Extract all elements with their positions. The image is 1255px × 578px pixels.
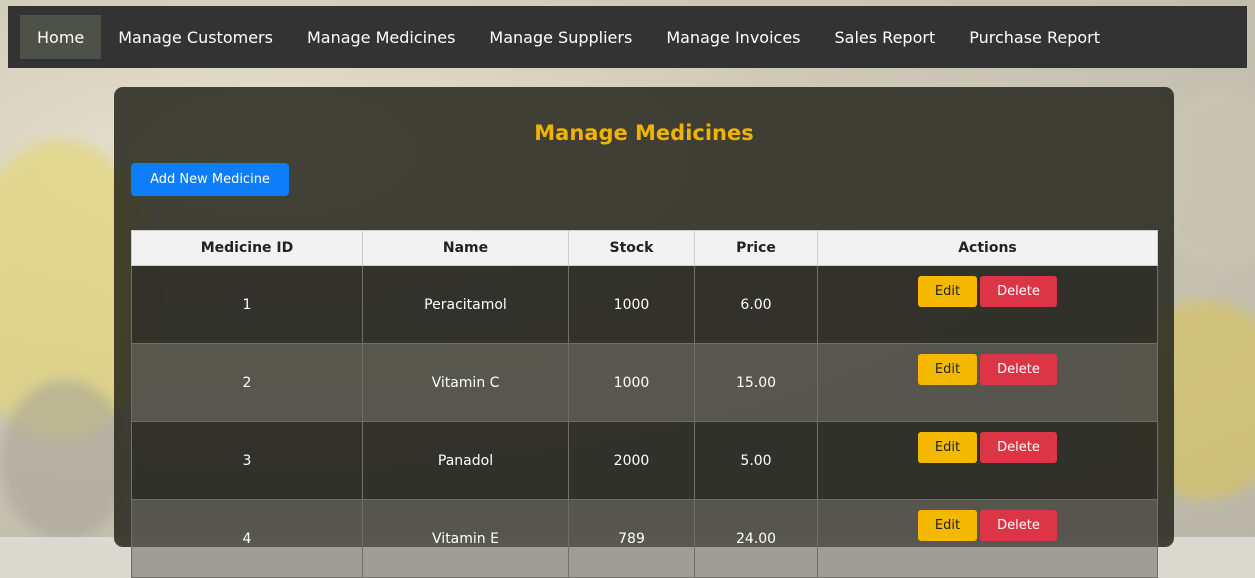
nav-manage-invoices[interactable]: Manage Invoices	[649, 15, 817, 59]
column-header-price: Price	[694, 230, 818, 266]
cell-name: Panadol	[362, 421, 569, 500]
cell-medicine-id: 1	[131, 265, 363, 344]
add-new-medicine-button[interactable]: Add New Medicine	[131, 163, 289, 196]
cell-stock: 2000	[568, 421, 695, 500]
column-header-medicine-id: Medicine ID	[131, 230, 363, 266]
delete-button[interactable]: Delete	[980, 276, 1057, 307]
nav-sales-report[interactable]: Sales Report	[818, 15, 953, 59]
cell-stock: 1000	[568, 343, 695, 422]
edit-button[interactable]: Edit	[918, 432, 977, 463]
cell-name: Peracitamol	[362, 265, 569, 344]
nav-manage-medicines[interactable]: Manage Medicines	[290, 15, 472, 59]
cell-name: Vitamin E	[362, 499, 569, 578]
cell-medicine-id: 3	[131, 421, 363, 500]
cell-medicine-id: 4	[131, 499, 363, 578]
cell-price: 6.00	[694, 265, 818, 344]
cell-price: 15.00	[694, 343, 818, 422]
table-row: 3 Panadol 2000 5.00 Edit Delete	[131, 421, 1158, 500]
cell-actions: Edit Delete	[817, 421, 1158, 500]
edit-button[interactable]: Edit	[918, 354, 977, 385]
cell-medicine-id: 2	[131, 343, 363, 422]
nav-purchase-report[interactable]: Purchase Report	[952, 15, 1117, 59]
table-row: 4 Vitamin E 789 24.00 Edit Delete	[131, 499, 1158, 578]
nav-manage-suppliers[interactable]: Manage Suppliers	[472, 15, 649, 59]
table-row: 1 Peracitamol 1000 6.00 Edit Delete	[131, 265, 1158, 344]
edit-button[interactable]: Edit	[918, 510, 977, 541]
column-header-actions: Actions	[817, 230, 1158, 266]
cell-stock: 1000	[568, 265, 695, 344]
top-navbar: Home Manage Customers Manage Medicines M…	[8, 6, 1247, 68]
medicines-table: Medicine ID Name Stock Price Actions 1 P…	[131, 230, 1158, 578]
table-header-row: Medicine ID Name Stock Price Actions	[131, 230, 1158, 266]
nav-manage-customers[interactable]: Manage Customers	[101, 15, 290, 59]
cell-price: 24.00	[694, 499, 818, 578]
table-row: 2 Vitamin C 1000 15.00 Edit Delete	[131, 343, 1158, 422]
cell-stock: 789	[568, 499, 695, 578]
cell-actions: Edit Delete	[817, 499, 1158, 578]
cell-name: Vitamin C	[362, 343, 569, 422]
delete-button[interactable]: Delete	[980, 354, 1057, 385]
delete-button[interactable]: Delete	[980, 432, 1057, 463]
cell-actions: Edit Delete	[817, 265, 1158, 344]
medicines-panel: Manage Medicines Add New Medicine Medici…	[114, 87, 1174, 578]
edit-button[interactable]: Edit	[918, 276, 977, 307]
cell-price: 5.00	[694, 421, 818, 500]
delete-button[interactable]: Delete	[980, 510, 1057, 541]
column-header-stock: Stock	[568, 230, 695, 266]
nav-home[interactable]: Home	[20, 15, 102, 59]
cell-actions: Edit Delete	[817, 343, 1158, 422]
column-header-name: Name	[362, 230, 569, 266]
page-title: Manage Medicines	[534, 121, 754, 145]
